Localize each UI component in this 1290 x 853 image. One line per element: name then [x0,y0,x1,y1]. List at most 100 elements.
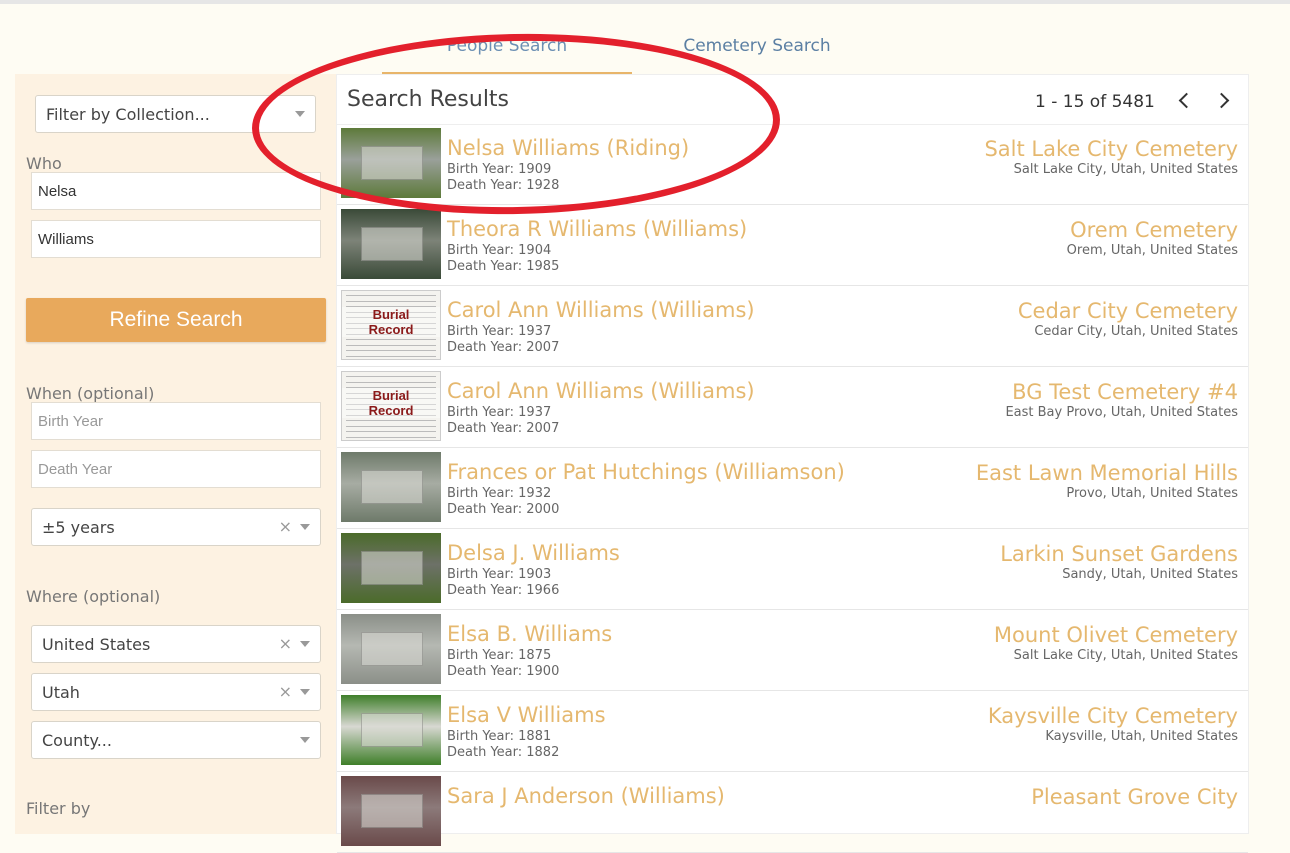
person-name-link[interactable]: Theora R Williams (Williams) [447,217,747,241]
year-range-select[interactable]: ±5 years × [31,508,321,546]
person-name-link[interactable]: Carol Ann Williams (Williams) [447,298,755,322]
result-row[interactable]: Delsa J. Williams Birth Year: 1903 Death Y… [337,529,1248,610]
who-label: Who [26,154,62,173]
top-border [0,0,1290,4]
chevron-down-icon [295,111,305,117]
birth-year-text: Birth Year: 1932 [447,486,552,501]
headstone-photo[interactable] [341,614,441,684]
cemetery-name-link[interactable]: Salt Lake City Cemetery [984,137,1238,161]
person-name-link[interactable]: Nelsa Williams (Riding) [447,136,689,160]
where-label: Where (optional) [26,587,161,606]
clear-icon[interactable]: × [279,682,292,701]
search-tabs: People Search Cemetery Search [382,36,882,76]
result-row[interactable]: Nelsa Williams (Riding) Birth Year: 1909 D… [337,124,1248,205]
result-row[interactable]: Elsa V Williams Birth Year: 1881 Death Yea… [337,691,1248,772]
when-label: When (optional) [26,384,155,403]
chevron-down-icon [300,689,310,695]
clear-icon[interactable]: × [279,634,292,653]
headstone-photo[interactable] [341,776,441,846]
county-placeholder: County... [42,730,112,750]
country-select[interactable]: United States × [31,625,321,663]
state-value: Utah [42,682,80,702]
result-row[interactable]: Burial Record Carol Ann Williams (Williams… [337,367,1248,448]
burial-record-text: Burial Record [342,388,440,418]
tab-cemetery-search[interactable]: Cemetery Search [632,36,882,72]
result-row[interactable]: Frances or Pat Hutchings (Williamson) Bir… [337,448,1248,529]
burial-record-text: Burial Record [342,307,440,337]
cemetery-location-text: Salt Lake City, Utah, United States [1013,648,1238,663]
cemetery-name-link[interactable]: Kaysville City Cemetery [988,704,1238,728]
burial-record-thumbnail[interactable]: Burial Record [341,371,441,441]
chevron-left-icon[interactable] [1175,90,1197,112]
cemetery-name-link[interactable]: Orem Cemetery [1070,218,1238,242]
birth-year-text: Birth Year: 1909 [447,162,552,177]
cemetery-name-link[interactable]: Cedar City Cemetery [1018,299,1238,323]
person-name-link[interactable]: Elsa V Williams [447,703,606,727]
headstone-photo[interactable] [341,533,441,603]
chevron-right-icon[interactable] [1213,90,1235,112]
death-year-text: Death Year: 1928 [447,178,560,193]
death-year-text: Death Year: 2007 [447,421,560,436]
cemetery-name-link[interactable]: Pleasant Grove City [1031,785,1238,809]
filter-by-label: Filter by [26,799,91,818]
burial-record-thumbnail[interactable]: Burial Record [341,290,441,360]
headstone-photo[interactable] [341,209,441,279]
death-year-text: Death Year: 1900 [447,664,560,679]
first-name-input[interactable]: Nelsa [31,172,321,210]
county-select[interactable]: County... [31,721,321,759]
cemetery-name-link[interactable]: Larkin Sunset Gardens [1000,542,1238,566]
cemetery-name-link[interactable]: BG Test Cemetery #4 [1012,380,1238,404]
headstone-photo[interactable] [341,452,441,522]
birth-year-text: Birth Year: 1937 [447,405,552,420]
death-year-text: Death Year: 2007 [447,340,560,355]
refine-search-button[interactable]: Refine Search [26,298,326,342]
last-name-input[interactable]: Williams [31,220,321,258]
person-name-link[interactable]: Frances or Pat Hutchings (Williamson) [447,460,845,484]
death-year-text: Death Year: 1966 [447,583,560,598]
death-year-text: Death Year: 1985 [447,259,560,274]
cemetery-location-text: Orem, Utah, United States [1066,243,1238,258]
cemetery-location-text: Provo, Utah, United States [1066,486,1238,501]
chevron-down-icon [300,641,310,647]
country-value: United States [42,634,151,654]
cemetery-location-text: Sandy, Utah, United States [1062,567,1238,582]
search-results-panel: Search Results 1 - 15 of 5481 Nelsa Will… [336,74,1249,853]
person-name-link[interactable]: Elsa B. Williams [447,622,612,646]
birth-year-text: Birth Year: 1881 [447,729,552,744]
cemetery-location-text: Salt Lake City, Utah, United States [1013,162,1238,177]
chevron-down-icon [300,737,310,743]
results-header: Search Results 1 - 15 of 5481 [337,75,1248,125]
birth-year-text: Birth Year: 1875 [447,648,552,663]
year-range-value: ±5 years [42,517,115,537]
collection-filter-select[interactable]: Filter by Collection... [35,95,316,133]
cemetery-location-text: Kaysville, Utah, United States [1045,729,1238,744]
birth-year-text: Birth Year: 1937 [447,324,552,339]
cemetery-name-link[interactable]: Mount Olivet Cemetery [994,623,1238,647]
headstone-photo[interactable] [341,695,441,765]
person-name-link[interactable]: Sara J Anderson (Williams) [447,784,725,808]
birth-year-text: Birth Year: 1904 [447,243,552,258]
birth-year-text: Birth Year: 1903 [447,567,552,582]
person-name-link[interactable]: Delsa J. Williams [447,541,620,565]
result-row[interactable]: Burial Record Carol Ann Williams (Williams… [337,286,1248,367]
cemetery-location-text: Cedar City, Utah, United States [1034,324,1238,339]
cemetery-name-link[interactable]: East Lawn Memorial Hills [976,461,1238,485]
death-year-text: Death Year: 1882 [447,745,560,760]
cemetery-location-text: East Bay Provo, Utah, United States [1005,405,1238,420]
results-pager: 1 - 15 of 5481 [1035,92,1155,112]
collection-placeholder: Filter by Collection... [46,104,210,124]
chevron-down-icon [300,524,310,530]
clear-icon[interactable]: × [279,517,292,536]
result-row[interactable]: Sara J Anderson (Williams) Pleasant Grove… [337,772,1248,853]
results-title: Search Results [347,87,510,112]
result-row[interactable]: Elsa B. Williams Birth Year: 1875 Death Ye… [337,610,1248,691]
tab-people-search[interactable]: People Search [382,36,632,76]
death-year-text: Death Year: 2000 [447,502,560,517]
person-name-link[interactable]: Carol Ann Williams (Williams) [447,379,755,403]
death-year-input[interactable]: Death Year [31,450,321,488]
birth-year-input[interactable]: Birth Year [31,402,321,440]
state-select[interactable]: Utah × [31,673,321,711]
filter-sidebar: Filter by Collection... Who Nelsa Willia… [15,74,336,834]
result-row[interactable]: Theora R Williams (Williams) Birth Year: … [337,205,1248,286]
headstone-photo[interactable] [341,128,441,198]
